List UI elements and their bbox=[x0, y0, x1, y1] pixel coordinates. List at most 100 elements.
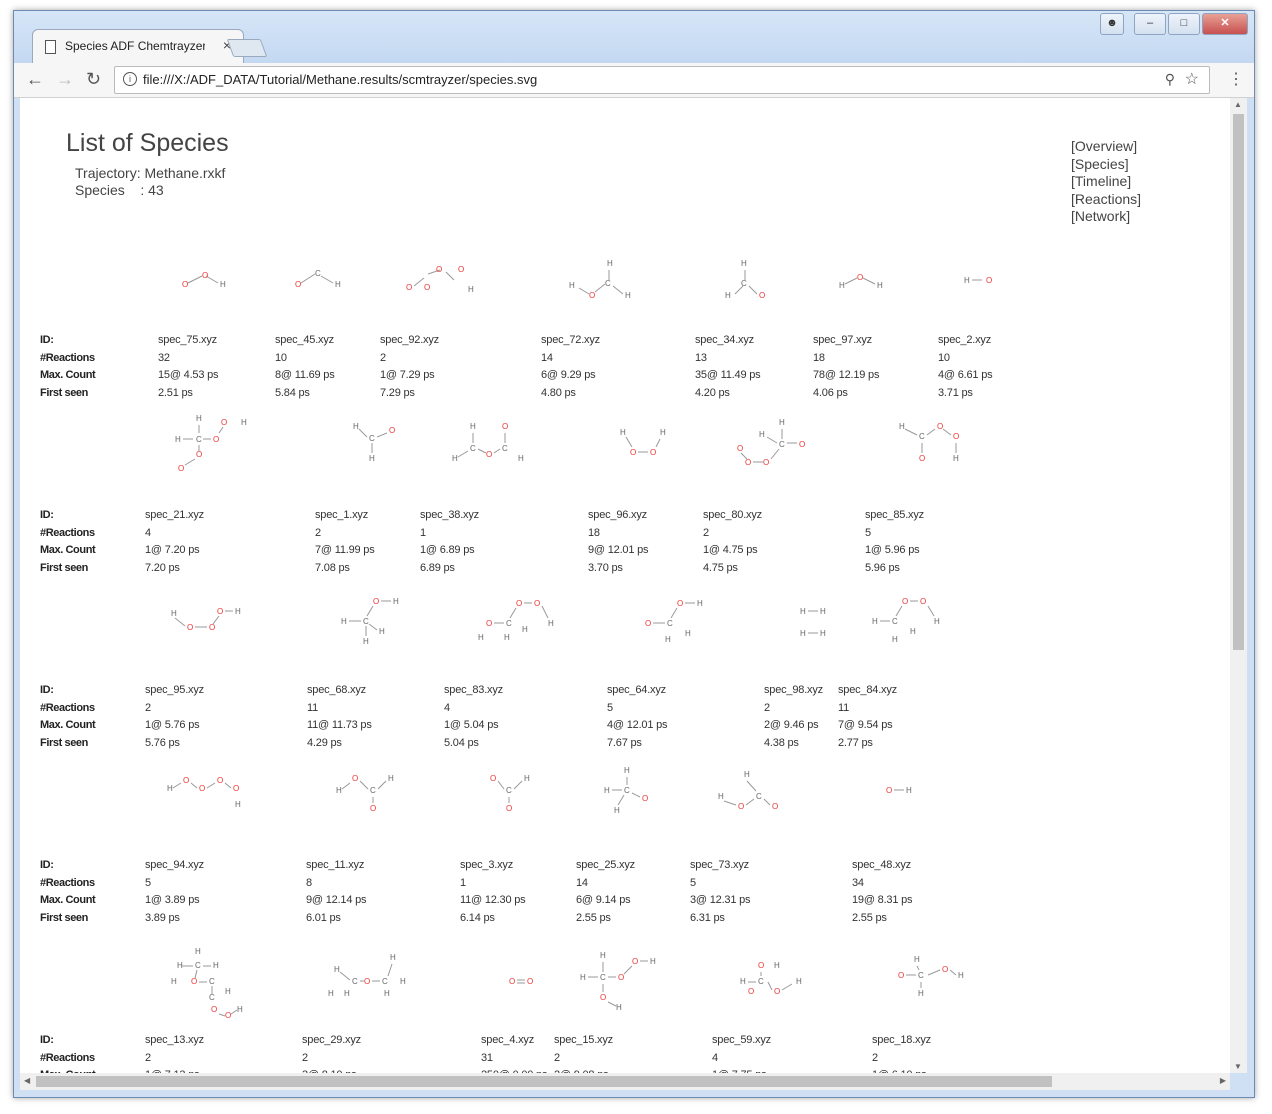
molecule-structure-icon: HHC OOO O bbox=[737, 418, 805, 467]
svg-text:H: H bbox=[914, 955, 920, 964]
scroll-left-icon[interactable]: ◀ bbox=[24, 1076, 30, 1085]
svg-text:H: H bbox=[616, 1003, 622, 1012]
svg-text:C: C bbox=[502, 444, 508, 453]
svg-text:O: O bbox=[738, 802, 744, 811]
species-reactions: 8 bbox=[306, 877, 312, 889]
species-max-count: 9@ 12.01 ps bbox=[588, 544, 649, 556]
maximize-button[interactable]: □ bbox=[1168, 13, 1200, 35]
svg-text:O: O bbox=[196, 450, 202, 459]
nav-link-network[interactable]: [Network] bbox=[1071, 208, 1141, 226]
species-reactions: 2 bbox=[554, 1052, 560, 1064]
browser-tab[interactable]: Species ADF Chemtrayzer × bbox=[32, 29, 244, 64]
minimize-button[interactable]: – bbox=[1134, 13, 1166, 35]
species-reactions: 31 bbox=[481, 1052, 493, 1064]
vertical-scroll-thumb[interactable] bbox=[1233, 114, 1244, 650]
svg-text:C: C bbox=[209, 993, 215, 1002]
svg-text:O: O bbox=[509, 977, 515, 986]
svg-text:C: C bbox=[892, 617, 898, 626]
svg-text:O: O bbox=[352, 774, 358, 783]
forward-icon[interactable]: → bbox=[56, 69, 74, 90]
nav-link-species[interactable]: [Species] bbox=[1071, 156, 1141, 174]
svg-text:H: H bbox=[237, 1005, 243, 1014]
svg-text:O: O bbox=[178, 464, 184, 473]
molecule-structure-icon: H O C H H bbox=[569, 259, 631, 300]
svg-text:O: O bbox=[937, 422, 943, 431]
species-reactions: 32 bbox=[158, 352, 170, 364]
svg-text:O: O bbox=[436, 265, 442, 274]
info-icon[interactable]: i bbox=[123, 72, 137, 86]
svg-text:C: C bbox=[209, 977, 215, 986]
svg-text:O: O bbox=[774, 987, 780, 996]
svg-text:O: O bbox=[458, 265, 464, 274]
species-reactions: 2 bbox=[380, 352, 386, 364]
menu-icon[interactable]: ⋮ bbox=[1228, 69, 1244, 89]
svg-text:H: H bbox=[953, 454, 959, 463]
svg-text:O: O bbox=[183, 776, 189, 785]
star-icon[interactable]: ☆ bbox=[1185, 69, 1199, 89]
molecule-structure-icon: H C H O bbox=[725, 259, 765, 300]
molecule-structure-icon: O C O H H H bbox=[645, 599, 703, 644]
species-first-seen: 7.29 ps bbox=[380, 387, 415, 399]
species-max-count: 6@ 9.14 ps bbox=[576, 894, 631, 906]
svg-text:H: H bbox=[470, 422, 476, 431]
svg-text:H: H bbox=[906, 786, 912, 795]
horizontal-scroll-thumb[interactable] bbox=[36, 1076, 1052, 1087]
nav-link-timeline[interactable]: [Timeline] bbox=[1071, 173, 1141, 191]
svg-text:O: O bbox=[217, 776, 223, 785]
species-first-seen: 4.29 ps bbox=[307, 737, 342, 749]
scroll-down-icon[interactable]: ▼ bbox=[1234, 1062, 1242, 1071]
species-first-seen: 3.89 ps bbox=[145, 912, 180, 924]
molecule-structure-icon: H O HH C OOO bbox=[175, 414, 247, 473]
svg-text:H: H bbox=[660, 428, 666, 437]
user-icon[interactable]: ☻ bbox=[1100, 13, 1124, 35]
new-tab-button[interactable] bbox=[226, 39, 268, 57]
field-label: Max. Count bbox=[40, 369, 96, 381]
svg-text:H: H bbox=[167, 784, 173, 793]
scroll-up-icon[interactable]: ▲ bbox=[1234, 100, 1242, 109]
species-first-seen: 6.89 ps bbox=[420, 562, 455, 574]
species-id: spec_11.xyz bbox=[306, 859, 365, 871]
svg-text:O: O bbox=[191, 977, 197, 986]
field-label: First seen bbox=[40, 387, 88, 399]
species-first-seen: 5.76 ps bbox=[145, 737, 180, 749]
svg-text:H: H bbox=[820, 607, 826, 616]
horizontal-scrollbar[interactable]: ◀ ▶ bbox=[20, 1073, 1230, 1090]
reload-icon[interactable]: ↻ bbox=[86, 69, 101, 90]
species-row: ID: #Reactions Max. Count First seen O O Hspec… bbox=[20, 246, 1230, 421]
nav-link-reactions[interactable]: [Reactions] bbox=[1071, 191, 1141, 209]
svg-text:H: H bbox=[390, 953, 396, 962]
svg-text:H: H bbox=[328, 989, 334, 998]
molecule-structure-icon: OH bbox=[886, 786, 912, 795]
molecule-structure-icon: H H O O bbox=[620, 428, 666, 457]
back-icon[interactable]: ← bbox=[26, 69, 44, 90]
document-icon bbox=[45, 40, 56, 54]
close-window-button[interactable]: ✕ bbox=[1202, 13, 1248, 35]
species-first-seen: 4.06 ps bbox=[813, 387, 848, 399]
field-label: ID: bbox=[40, 859, 54, 871]
species-id: spec_68.xyz bbox=[307, 684, 366, 696]
address-bar[interactable]: i file:///X:/ADF_DATA/Tutorial/Methane.r… bbox=[114, 66, 1210, 94]
svg-text:H: H bbox=[522, 625, 528, 634]
nav-link-overview[interactable]: [Overview] bbox=[1071, 138, 1141, 156]
scroll-right-icon[interactable]: ▶ bbox=[1220, 1076, 1226, 1085]
field-label: First seen bbox=[40, 562, 88, 574]
vertical-scrollbar[interactable]: ▲ ▼ bbox=[1230, 98, 1247, 1073]
species-first-seen: 3.70 ps bbox=[588, 562, 623, 574]
svg-text:C: C bbox=[363, 617, 369, 626]
field-label: #Reactions bbox=[40, 527, 95, 539]
species-max-count: 1@ 7.29 ps bbox=[380, 369, 435, 381]
svg-text:H: H bbox=[344, 989, 350, 998]
svg-text:C: C bbox=[918, 971, 924, 980]
url-text[interactable]: file:///X:/ADF_DATA/Tutorial/Methane.res… bbox=[143, 72, 537, 87]
svg-text:H: H bbox=[820, 629, 826, 638]
species-reactions: 11 bbox=[838, 702, 850, 714]
zoom-icon[interactable]: ⚲ bbox=[1165, 71, 1175, 88]
svg-text:C: C bbox=[470, 444, 476, 453]
species-first-seen: 4.38 ps bbox=[764, 737, 799, 749]
svg-text:O: O bbox=[748, 987, 754, 996]
species-reactions: 34 bbox=[852, 877, 864, 889]
species-id: spec_18.xyz bbox=[872, 1034, 931, 1046]
species-max-count: 1@ 6.89 ps bbox=[420, 544, 475, 556]
svg-text:H: H bbox=[964, 276, 970, 285]
species-id: spec_85.xyz bbox=[865, 509, 924, 521]
